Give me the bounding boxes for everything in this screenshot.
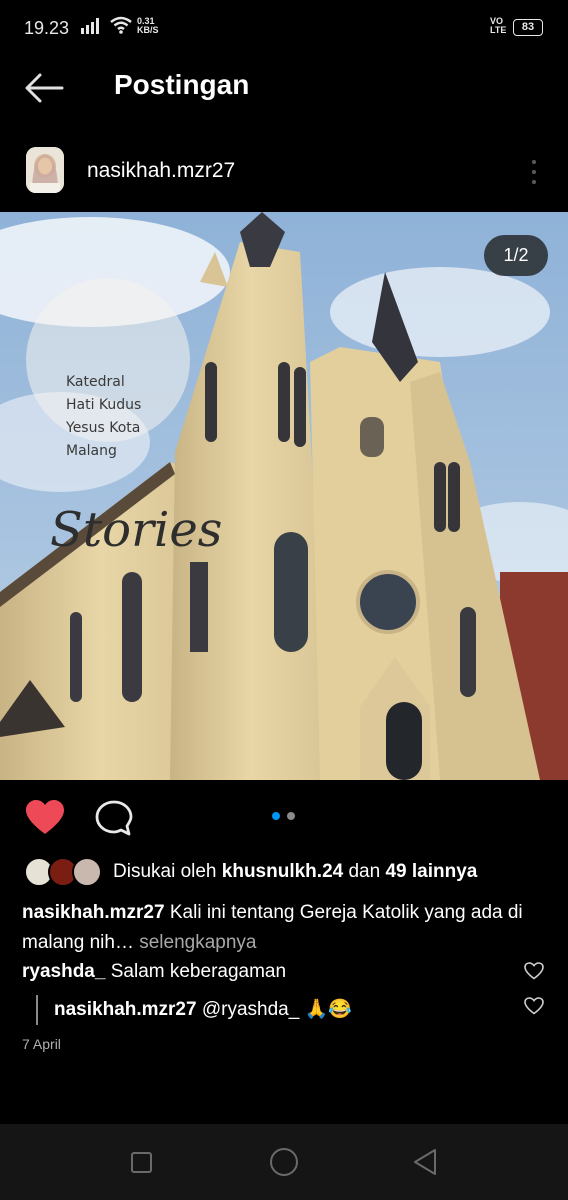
caption-username[interactable]: nasikhah.mzr27 xyxy=(22,902,165,923)
triangle-back-icon[interactable] xyxy=(412,1147,438,1177)
image-text-line-2: Hati Kudus xyxy=(66,397,142,413)
reply-comment: nasikhah.mzr27 @ryashda_ 🙏😂 xyxy=(54,997,352,1021)
circle-icon[interactable] xyxy=(270,1148,298,1176)
status-time: 19.23 xyxy=(24,18,70,38)
image-text-line-4: Malang xyxy=(66,443,117,459)
image-script-title: Stories xyxy=(50,502,223,558)
likes-user[interactable]: khusnulkh.24 xyxy=(222,861,343,882)
likes-summary[interactable]: Disukai oleh khusnulkh.24 dan 49 lainnya xyxy=(113,861,477,883)
carousel-dot xyxy=(287,812,295,820)
post-owner-username[interactable]: nasikhah.mzr27 xyxy=(87,159,235,183)
liked-avatar-3 xyxy=(72,857,102,887)
likes-middle: dan xyxy=(348,861,381,882)
image-counter-badge: 1/2 xyxy=(484,235,548,276)
status-bar: 19.23 0.31 KB/S VO LTE 83 xyxy=(0,0,568,56)
church-photo xyxy=(0,212,568,780)
volte-indicator: VO LTE xyxy=(490,17,506,35)
reply-username[interactable]: nasikhah.mzr27 xyxy=(54,999,197,1020)
carousel-dot-active xyxy=(272,812,280,820)
post-image[interactable]: Stories Katedral Hati Kudus Yesus Kota M… xyxy=(0,212,568,780)
comment-bubble-icon[interactable] xyxy=(95,800,133,836)
avatar-portrait xyxy=(26,147,64,193)
signal-icon xyxy=(81,18,99,34)
post-date: 7 April xyxy=(22,1036,61,1052)
likes-prefix: Disukai oleh xyxy=(113,861,217,882)
page-title: Postingan xyxy=(114,69,250,100)
network-speed: 0.31 KB/S xyxy=(137,17,159,35)
heart-outline-icon[interactable] xyxy=(524,962,544,980)
caption-more-link[interactable]: selengkapnya xyxy=(139,932,256,953)
avatar[interactable] xyxy=(26,147,64,193)
volte-bottom: LTE xyxy=(490,25,507,35)
comment-username[interactable]: ryashda_ xyxy=(22,961,105,982)
network-speed-unit: KB/S xyxy=(137,25,159,35)
image-text-line-3: Yesus Kota xyxy=(66,420,141,436)
reply-indent-bar xyxy=(36,995,38,1025)
more-vertical-icon[interactable] xyxy=(527,158,541,186)
comment: ryashda_ Salam keberagaman xyxy=(22,961,286,983)
comment-text: Salam keberagaman xyxy=(110,961,287,982)
likes-others[interactable]: 49 lainnya xyxy=(385,861,477,882)
post-caption: nasikhah.mzr27 Kali ini tentang Gereja K… xyxy=(22,898,542,958)
liked-by-avatars[interactable] xyxy=(24,857,102,887)
square-icon[interactable] xyxy=(131,1152,152,1173)
battery-icon: 83 xyxy=(513,19,543,36)
arrow-left-icon[interactable] xyxy=(22,70,66,106)
heart-outline-icon[interactable] xyxy=(524,997,544,1015)
wifi-icon xyxy=(110,16,132,34)
reply-text: @ryashda_ 🙏😂 xyxy=(201,999,352,1020)
image-text-line-1: Katedral xyxy=(66,374,125,390)
heart-filled-icon[interactable] xyxy=(25,800,65,836)
